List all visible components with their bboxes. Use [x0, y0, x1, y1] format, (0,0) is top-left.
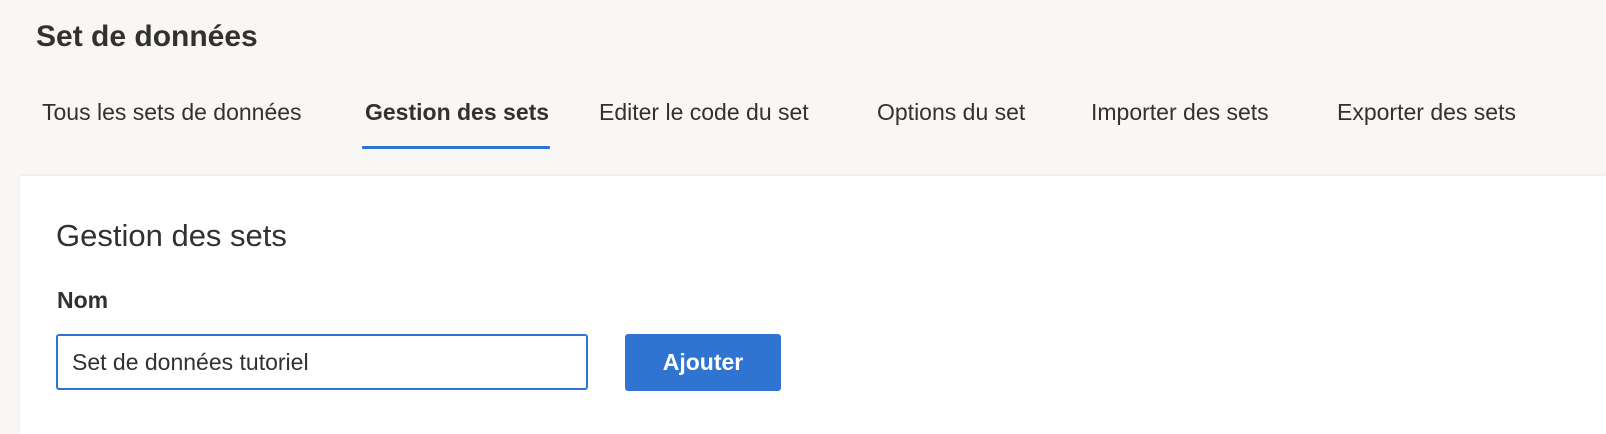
name-field-label: Nom [57, 287, 109, 313]
main-panel: Gestion des sets Nom Ajouter [20, 176, 1606, 434]
section-title: Gestion des sets [56, 218, 287, 253]
name-input[interactable] [56, 334, 588, 390]
tab-import-sets[interactable]: Importer des sets [1091, 92, 1269, 148]
tab-set-management[interactable]: Gestion des sets [365, 92, 549, 148]
tab-all-datasets[interactable]: Tous les sets de données [42, 92, 302, 148]
active-tab-indicator [362, 146, 550, 149]
tab-set-options[interactable]: Options du set [877, 92, 1025, 148]
page-title: Set de données [36, 20, 258, 53]
tab-export-sets[interactable]: Exporter des sets [1337, 92, 1516, 148]
page-header: Set de données Tous les sets de données … [0, 0, 1606, 176]
tab-bar: Tous les sets de données Gestion des set… [0, 92, 1606, 152]
tab-edit-set-code[interactable]: Editer le code du set [599, 92, 809, 148]
add-button[interactable]: Ajouter [625, 334, 781, 391]
